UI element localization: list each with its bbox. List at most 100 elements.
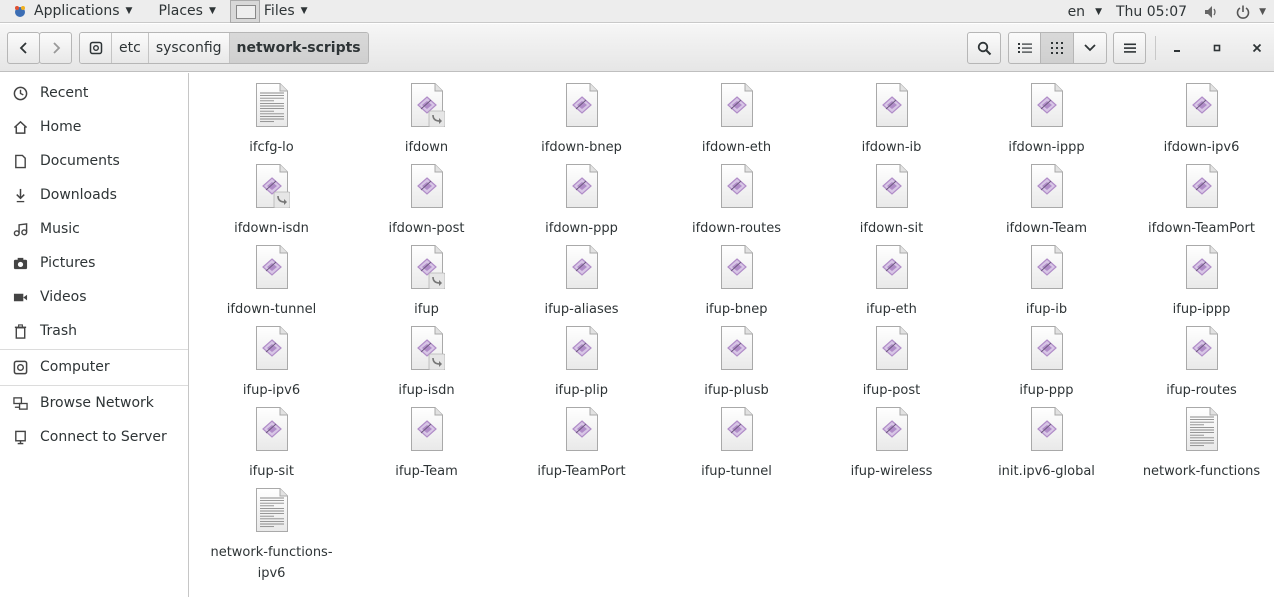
places-menu[interactable]: Places ▼: [152, 0, 221, 23]
clock-icon: [12, 85, 28, 101]
download-icon: [12, 187, 28, 203]
sidebar-item-videos[interactable]: Videos: [0, 282, 188, 312]
file-item[interactable]: ifup-sit: [194, 397, 349, 482]
applications-menu[interactable]: Applications ▼: [0, 0, 138, 23]
file-item[interactable]: ifup-plusb: [659, 316, 814, 401]
file-item[interactable]: ifdown-ppp: [504, 154, 659, 239]
file-item[interactable]: ifdown-routes: [659, 154, 814, 239]
chevron-down-icon[interactable]: ▼: [1259, 7, 1266, 17]
sidebar-item-downloads[interactable]: Downloads: [0, 180, 188, 210]
sidebar-item-music[interactable]: Music: [0, 214, 188, 244]
sidebar-item-home[interactable]: Home: [0, 112, 188, 142]
file-item[interactable]: ifup-ippp: [1124, 235, 1274, 320]
file-item[interactable]: network-functions: [1124, 397, 1274, 482]
clock[interactable]: Thu 05:07: [1116, 4, 1187, 20]
list-view-button[interactable]: [1008, 32, 1041, 64]
language-indicator[interactable]: en ▼: [1068, 4, 1102, 20]
sidebar-item-pictures[interactable]: Pictures: [0, 248, 188, 278]
file-item[interactable]: ifdown-bnep: [504, 73, 659, 158]
search-icon: [977, 41, 991, 55]
computer-icon: [12, 359, 28, 375]
script-file-icon: [1029, 83, 1065, 127]
file-item[interactable]: init.ipv6-global: [969, 397, 1124, 482]
script-file-icon: [564, 164, 600, 208]
file-name: ifup-wireless: [850, 464, 933, 479]
file-item[interactable]: ifup-ipv6: [194, 316, 349, 401]
file-item[interactable]: ifup-plip: [504, 316, 659, 401]
file-item[interactable]: ifdown-sit: [814, 154, 969, 239]
file-item[interactable]: ifdown-eth: [659, 73, 814, 158]
file-item[interactable]: ifdown-tunnel: [194, 235, 349, 320]
sidebar-item-recent[interactable]: Recent: [0, 78, 188, 108]
grid-icon: [1051, 42, 1063, 54]
file-item[interactable]: ifup-tunnel: [659, 397, 814, 482]
file-item[interactable]: ifup-wireless: [814, 397, 969, 482]
sidebar-item-label: Documents: [40, 153, 120, 169]
back-button[interactable]: [7, 32, 40, 64]
sidebar-item-label: Pictures: [40, 255, 96, 271]
forward-button[interactable]: [39, 32, 72, 64]
script-symlink-icon: [409, 83, 445, 128]
file-item[interactable]: ifup-ppp: [969, 316, 1124, 401]
sidebar-item-label: Browse Network: [40, 395, 154, 411]
sidebar-item-label: Music: [40, 221, 80, 237]
sidebar-item-documents[interactable]: Documents: [0, 146, 188, 176]
chevron-down-icon: ▼: [300, 6, 308, 16]
script-file-icon: [874, 164, 910, 208]
view-options-button[interactable]: [1073, 32, 1107, 64]
sidebar-item-browse-network[interactable]: Browse Network: [0, 388, 188, 418]
chevron-left-icon: [19, 42, 27, 54]
file-item[interactable]: ifup-ib: [969, 235, 1124, 320]
file-item[interactable]: ifup-bnep: [659, 235, 814, 320]
script-file-icon: [874, 326, 910, 370]
trash-icon: [12, 323, 28, 339]
video-icon: [12, 289, 28, 305]
files-menu[interactable]: Files ▼: [224, 0, 314, 23]
file-item[interactable]: ifdown: [349, 73, 504, 158]
file-item[interactable]: ifdown-ib: [814, 73, 969, 158]
header-bar: etc sysconfig network-scripts: [0, 24, 1274, 72]
language-label: en: [1067, 3, 1086, 20]
file-item[interactable]: ifup-Team: [349, 397, 504, 482]
file-item[interactable]: ifup-TeamPort: [504, 397, 659, 482]
file-name: network-functions-ipv6: [210, 545, 333, 581]
file-item[interactable]: ifup: [349, 235, 504, 320]
sidebar-item-trash[interactable]: Trash: [0, 316, 188, 346]
path-item-network-scripts[interactable]: network-scripts: [228, 33, 368, 63]
script-file-icon: [719, 407, 755, 451]
maximize-button[interactable]: [1202, 32, 1232, 64]
file-item[interactable]: ifdown-isdn: [194, 154, 349, 239]
files-app-icon: [229, 0, 260, 23]
script-file-icon: [1184, 326, 1220, 370]
minimize-button[interactable]: [1162, 32, 1192, 64]
path-item-etc[interactable]: etc: [111, 33, 148, 63]
path-item-sysconfig[interactable]: sysconfig: [147, 33, 229, 63]
file-name: ifup-TeamPort: [537, 464, 626, 479]
file-item[interactable]: ifup-aliases: [504, 235, 659, 320]
file-item[interactable]: ifdown-post: [349, 154, 504, 239]
sidebar-item-connect-to-server[interactable]: Connect to Server: [0, 422, 188, 452]
file-item[interactable]: network-functions-ipv6: [194, 478, 349, 584]
file-item[interactable]: ifup-isdn: [349, 316, 504, 401]
document-icon: [12, 153, 28, 169]
script-file-icon: [874, 245, 910, 289]
sidebar-item-computer[interactable]: Computer: [0, 352, 188, 382]
power-icon[interactable]: [1235, 4, 1251, 20]
file-item[interactable]: ifdown-TeamPort: [1124, 154, 1274, 239]
file-item[interactable]: ifup-post: [814, 316, 969, 401]
script-file-icon: [564, 245, 600, 289]
close-button[interactable]: [1242, 32, 1272, 64]
applications-label: Applications: [34, 3, 120, 19]
file-item[interactable]: ifdown-Team: [969, 154, 1124, 239]
file-item[interactable]: ifup-routes: [1124, 316, 1274, 401]
search-button[interactable]: [967, 32, 1001, 64]
volume-icon[interactable]: [1203, 4, 1219, 20]
file-item[interactable]: ifcfg-lo: [194, 73, 349, 158]
path-root-button[interactable]: [80, 33, 111, 63]
file-item[interactable]: ifdown-ipv6: [1124, 73, 1274, 158]
file-item[interactable]: ifdown-ippp: [969, 73, 1124, 158]
file-item[interactable]: ifup-eth: [814, 235, 969, 320]
grid-view-button[interactable]: [1040, 32, 1074, 64]
menu-button[interactable]: [1113, 32, 1146, 64]
chevron-down-icon: ▼: [1095, 6, 1102, 17]
